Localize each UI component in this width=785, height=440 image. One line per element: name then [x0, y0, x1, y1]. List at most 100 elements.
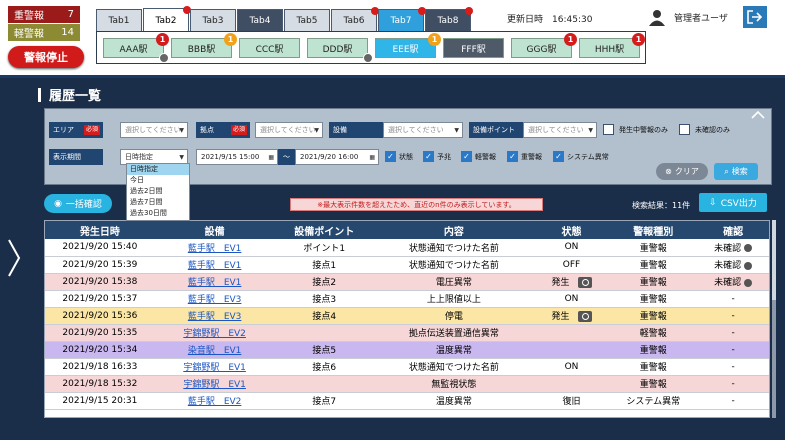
cell-confirm-text: 未確認 — [714, 278, 742, 288]
cell-equipment[interactable]: 藍手駅 EV3 — [154, 307, 275, 325]
station-eee[interactable]: EEE駅 1 — [375, 33, 441, 58]
column-header[interactable]: 状態 — [533, 221, 610, 239]
equip-select[interactable]: 選択してください ▼ — [383, 122, 463, 138]
table-row[interactable]: 2021/9/20 15:35 宇錦野駅 EV2 拠点伝送装置通信異常 軽警報 - — [45, 324, 769, 342]
period-option[interactable]: 過去2日間 — [127, 186, 189, 197]
tab-2[interactable]: Tab2 — [143, 6, 191, 32]
tab-4[interactable]: Tab4 — [237, 9, 283, 31]
bulk-confirm-button[interactable]: ◉ 一括確認 — [44, 194, 112, 213]
station-ddd[interactable]: DDD駅 — [307, 38, 373, 63]
confirm-dot-icon[interactable] — [744, 278, 753, 287]
confirm-dot-icon[interactable] — [744, 244, 753, 253]
cell-equipment[interactable]: 藍手駅 EV3 — [154, 290, 275, 308]
tab-1[interactable]: Tab1 — [96, 9, 142, 31]
period-option[interactable]: 過去7日間 — [127, 197, 189, 208]
calendar-icon[interactable]: ▦ — [369, 154, 375, 161]
station-fff[interactable]: FFF駅 — [443, 38, 504, 58]
table-row[interactable]: 2021/9/20 15:38 藍手駅 EV1 接点2 電圧異常 発生 重警報 未確認 — [45, 273, 769, 291]
search-button[interactable]: ⌕ 検索 — [714, 163, 758, 180]
cell-alarm-type: 重警報 — [609, 239, 698, 257]
cell-equipment[interactable]: 宇錦野駅 EV1 — [154, 375, 275, 393]
station-bbb[interactable]: BBB駅 1 — [171, 33, 237, 58]
column-header[interactable]: 内容 — [374, 221, 534, 239]
column-header[interactable]: 確認 — [697, 221, 769, 239]
station-hhh-badge: 1 — [632, 33, 645, 46]
cell-equipment[interactable]: 宇錦野駅 EV2 — [154, 324, 275, 342]
cell-alarm-type: 重警報 — [609, 290, 698, 308]
area-select[interactable]: 選択してください ▼ — [120, 122, 188, 138]
cell-equipment[interactable]: 藍手駅 EV1 — [154, 273, 275, 291]
station-ggg[interactable]: GGG駅 1 — [511, 33, 577, 58]
cell-alarm-type-text: 重警報 — [639, 380, 667, 390]
table-header-row: 発生日時 設備 設備ポイント 内容 状態 警報種別 確認 — [45, 221, 769, 239]
type-state-checkbox[interactable]: ✓ — [385, 151, 396, 162]
light-alarm-counter[interactable]: 軽警報 14 — [8, 24, 80, 41]
page-title: 履歴一覧 — [38, 85, 101, 104]
cell-equipment[interactable]: 藍手駅 EV1 — [154, 239, 275, 257]
camera-icon[interactable] — [577, 311, 592, 322]
cell-point: 接点7 — [274, 392, 375, 410]
column-header[interactable]: 設備ポイント — [274, 221, 375, 239]
active-only-checkbox[interactable] — [603, 124, 614, 135]
csv-export-button[interactable]: ⇩ CSV出力 — [699, 193, 767, 212]
table-row[interactable]: 2021/9/18 15:32 宇錦野駅 EV1 無監視状態 重警報 - — [45, 375, 769, 393]
table-scrollbar[interactable] — [772, 220, 776, 418]
unconfirmed-only-checkbox[interactable] — [679, 124, 690, 135]
station-aaa[interactable]: AAA駅 1 — [103, 33, 169, 63]
side-panel-expand-icon[interactable] — [3, 238, 23, 278]
column-header[interactable]: 設備 — [154, 221, 275, 239]
alarm-stop-button[interactable]: 警報停止 — [8, 46, 84, 68]
point-label: 拠点 必須 — [196, 122, 250, 138]
table-row[interactable]: 2021/9/20 15:39 藍手駅 EV1 接点1 状態通知でつけた名前 OFF 重警… — [45, 256, 769, 274]
heavy-alarm-counter[interactable]: 重警報 7 — [8, 6, 80, 23]
tab-3[interactable]: Tab3 — [190, 9, 236, 31]
table-row[interactable]: 2021/9/20 15:37 藍手駅 EV3 接点3 上上限値以上 ON 重警報 - — [45, 290, 769, 308]
clear-button[interactable]: ⊗ クリア — [656, 163, 708, 180]
type-system-checkbox[interactable]: ✓ — [553, 151, 564, 162]
period-option[interactable]: 日時指定 — [127, 164, 189, 175]
camera-icon[interactable] — [577, 277, 592, 288]
table-row[interactable]: 2021/9/18 16:33 宇錦野駅 EV1 接点6 状態通知でつけた名前 ON 重警… — [45, 358, 769, 376]
status-dot — [363, 53, 373, 63]
calendar-icon[interactable]: ▦ — [268, 154, 274, 161]
cell-point: ポイント1 — [274, 239, 375, 257]
logout-button[interactable] — [743, 6, 767, 28]
table-row[interactable]: 2021/9/20 15:36 藍手駅 EV3 接点4 停電 発生 重警報 - — [45, 307, 769, 325]
column-header[interactable]: 警報種別 — [609, 221, 698, 239]
date-to-input[interactable]: 2021/9/20 16:00 ▦ — [295, 149, 379, 165]
equip-point-select[interactable]: 選択してください ▼ — [523, 122, 597, 138]
column-header[interactable]: 発生日時 — [45, 221, 155, 239]
confirm-dot-icon[interactable] — [744, 261, 753, 270]
top-bar: 重警報 7 軽警報 14 警報停止 Tab1 Tab2 Tab3 Tab4 Tab5… — [0, 0, 785, 78]
cell-confirm-text: 未確認 — [714, 243, 742, 254]
cell-equipment[interactable]: 染音駅 EV1 — [154, 341, 275, 359]
table-row[interactable]: 2021/9/20 15:34 染音駅 EV1 接点5 温度異常 重警報 - — [45, 341, 769, 359]
cell-confirm-text: - — [731, 344, 735, 355]
period-option[interactable]: 過去30日間 — [127, 208, 189, 219]
scrollbar-thumb[interactable] — [772, 220, 776, 300]
tab-7[interactable]: Tab7 — [378, 7, 426, 31]
station-ccc[interactable]: CCC駅 — [239, 38, 300, 58]
type-light-checkbox[interactable]: ✓ — [461, 151, 472, 162]
collapse-icon[interactable] — [751, 110, 765, 120]
type-heavy-checkbox[interactable]: ✓ — [507, 151, 518, 162]
station-hhh[interactable]: HHH駅 1 — [579, 33, 645, 58]
cell-equipment[interactable]: 藍手駅 EV2 — [154, 392, 275, 410]
tab-6[interactable]: Tab6 — [331, 7, 379, 31]
cell-equipment[interactable]: 宇錦野駅 EV1 — [154, 358, 275, 376]
period-option[interactable]: 今日 — [127, 175, 189, 186]
type-sign-checkbox[interactable]: ✓ — [423, 151, 434, 162]
tab-6-label: Tab6 — [343, 15, 365, 26]
type-sign-label: 予兆 — [437, 153, 451, 161]
date-from-input[interactable]: 2021/9/15 15:00 ▦ — [196, 149, 278, 165]
table-row[interactable]: 2021/9/20 15:40 藍手駅 EV1 ポイント1 状態通知でつけた名前 ON 重… — [45, 239, 769, 257]
cell-confirm-text: - — [731, 378, 735, 389]
table-row[interactable]: 2021/9/15 20:31 藍手駅 EV2 接点7 温度異常 復旧 システム異常 - — [45, 392, 769, 410]
tab-5[interactable]: Tab5 — [284, 9, 330, 31]
cell-equipment-text: 宇錦野駅 EV2 — [183, 329, 246, 339]
point-select[interactable]: 選択してください ▼ — [255, 122, 323, 138]
cell-equipment[interactable]: 藍手駅 EV1 — [154, 256, 275, 274]
cell-content-text: 状態通知でつけた名前 — [408, 243, 499, 254]
tab-8[interactable]: Tab8 — [425, 7, 473, 31]
tab-7-label: Tab7 — [390, 15, 412, 26]
